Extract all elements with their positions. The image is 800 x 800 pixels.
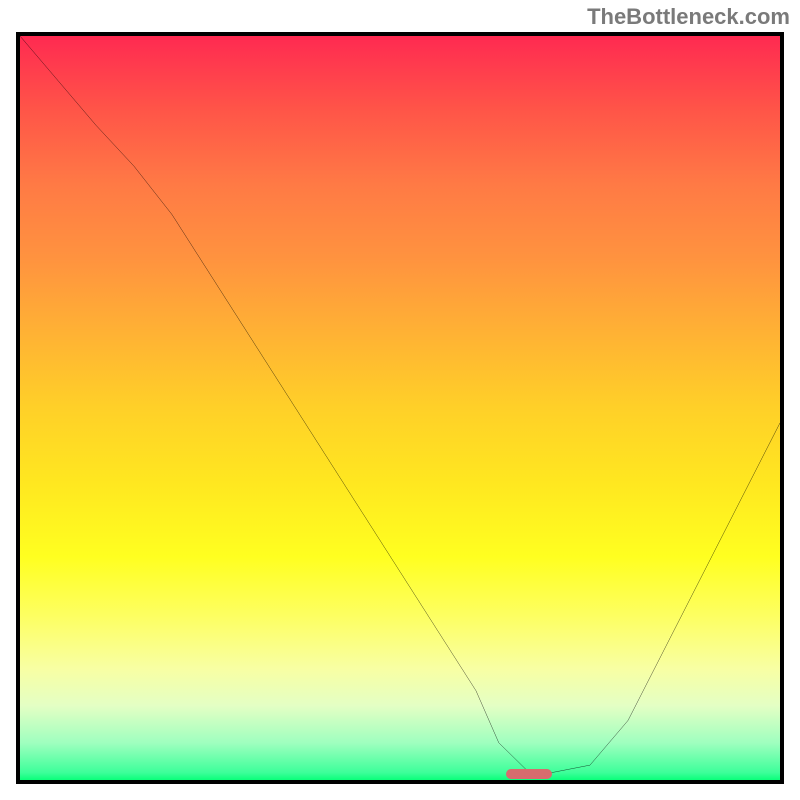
optimal-marker [506, 769, 552, 779]
curve-path [20, 36, 780, 773]
chart-plot-area [16, 32, 784, 784]
watermark-text: TheBottleneck.com [587, 4, 790, 30]
bottleneck-curve [20, 36, 780, 780]
